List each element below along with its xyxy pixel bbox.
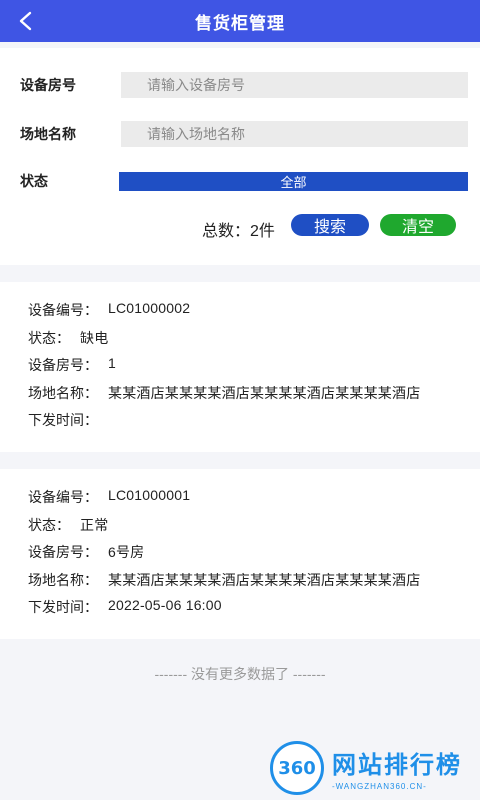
device-time-label: 下发时间： — [28, 412, 98, 428]
device-code-value: LC01000002 — [108, 300, 191, 316]
device-status-label: 状态： — [28, 517, 70, 533]
watermark-name: 网站排行榜 — [332, 752, 462, 779]
device-status-row: 状态： 缺电 — [28, 328, 108, 348]
venue-label: 场地名称 — [20, 126, 76, 142]
device-time-label: 下发时间： — [28, 599, 98, 615]
venue-filter-row: 场地名称 — [0, 121, 480, 147]
device-code-value: LC01000001 — [108, 487, 191, 503]
device-room-label: 设备房号： — [28, 357, 98, 373]
app-header: 售货柜管理 — [0, 0, 480, 42]
device-time-value: 2022-05-06 16:00 — [108, 597, 222, 613]
device-card[interactable]: 设备编号： LC01000001 状态： 正常 设备房号： 6号房 场地名称： … — [0, 469, 480, 639]
device-venue-label: 场地名称： — [28, 572, 98, 588]
room-filter-row: 设备房号 — [0, 72, 480, 98]
device-venue-value: 某某酒店某某某某酒店某某某某酒店某某某某酒店 — [108, 385, 421, 401]
status-label: 状态 — [20, 173, 48, 189]
device-venue-row: 场地名称： 某某酒店某某某某酒店某某某某酒店某某某某酒店 — [28, 570, 420, 590]
device-time-row: 下发时间： — [28, 410, 108, 430]
search-button[interactable]: 搜索 — [291, 214, 369, 236]
device-code-label: 设备编号： — [28, 302, 98, 318]
clear-button[interactable]: 清空 — [380, 214, 456, 236]
device-code-label: 设备编号： — [28, 489, 98, 505]
device-status-label: 状态： — [28, 330, 70, 346]
device-time-row: 下发时间： 2022-05-06 16:00 — [28, 597, 222, 617]
chevron-left-icon[interactable] — [16, 10, 36, 32]
device-venue-value: 某某酒店某某某某酒店某某某某酒店某某某某酒店 — [108, 572, 421, 588]
page-title: 售货柜管理 — [195, 13, 285, 33]
device-status-value: 正常 — [80, 517, 109, 533]
device-room-value: 1 — [108, 355, 116, 371]
device-code-row: 设备编号： LC01000002 — [28, 300, 190, 320]
watermark-url: -WANGZHAN360.CN- — [332, 782, 427, 791]
device-venue-row: 场地名称： 某某酒店某某某某酒店某某某某酒店某某某某酒店 — [28, 383, 420, 403]
device-room-row: 设备房号： 6号房 — [28, 542, 144, 562]
device-code-row: 设备编号： LC01000001 — [28, 487, 190, 507]
venue-input[interactable] — [121, 121, 468, 147]
watermark: 360 网站排行榜 -WANGZHAN360.CN- — [270, 738, 480, 798]
device-venue-label: 场地名称： — [28, 385, 98, 401]
device-card[interactable]: 设备编号： LC01000002 状态： 缺电 设备房号： 1 场地名称： 某某… — [0, 282, 480, 452]
device-room-label: 设备房号： — [28, 544, 98, 560]
no-more-data-text: ------- 没有更多数据了 ------- — [154, 666, 326, 682]
room-label: 设备房号 — [20, 77, 76, 93]
device-room-row: 设备房号： 1 — [28, 355, 116, 375]
device-status-value: 缺电 — [80, 330, 109, 346]
device-room-value: 6号房 — [108, 544, 145, 560]
status-select[interactable]: 全部 — [119, 171, 468, 191]
status-filter-row: 状态 全部 — [0, 168, 480, 194]
total-count: 总数：2件 — [202, 223, 275, 240]
watermark-logo-icon: 360 — [270, 741, 324, 795]
room-input[interactable] — [121, 72, 468, 98]
device-status-row: 状态： 正常 — [28, 515, 108, 535]
watermark-text: 网站排行榜 -WANGZHAN360.CN- — [332, 745, 462, 791]
filter-panel: 设备房号 场地名称 状态 全部 总数：2件 搜索 清空 — [0, 48, 480, 265]
action-row: 总数：2件 搜索 清空 — [0, 214, 480, 240]
